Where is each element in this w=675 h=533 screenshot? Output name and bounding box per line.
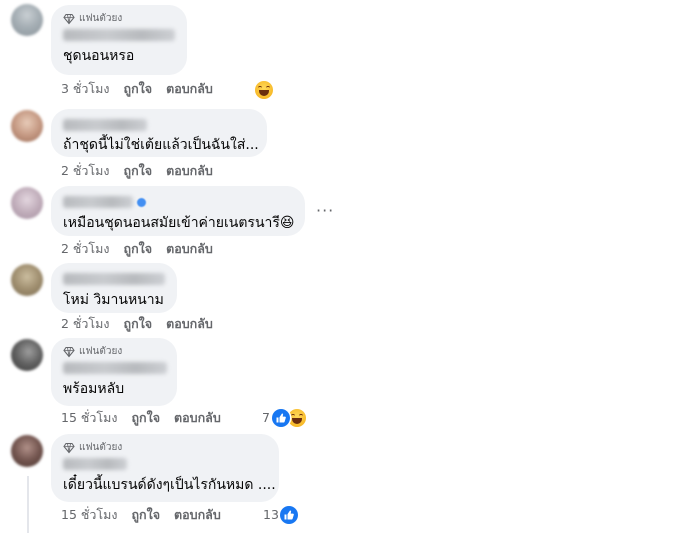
avatar[interactable] <box>11 339 43 371</box>
avatar[interactable] <box>11 110 43 142</box>
like-emoji[interactable] <box>272 409 290 427</box>
laugh-emoji[interactable] <box>288 409 306 427</box>
comment-actions: 2 ชั่วโมง ถูกใจ ตอบกลับ <box>61 162 213 180</box>
thread-line <box>27 476 29 533</box>
avatar[interactable] <box>11 435 43 467</box>
badge-label: แฟนตัวยง <box>79 346 123 357</box>
fan-badge: แฟนตัวยง <box>63 345 165 359</box>
avatar[interactable] <box>11 4 43 36</box>
comment-actions: 2 ชั่วโมง ถูกใจ ตอบกลับ <box>61 240 213 258</box>
comment-bubble: แฟนตัวยง เดี๋ยวนี้แบรนด์ดังๆเป็นไรกันหมด… <box>51 434 279 502</box>
like-emoji[interactable] <box>280 506 298 524</box>
diamond-icon <box>63 442 75 454</box>
comment-bubble: แฟนตัวยง ชุดนอนหรอ <box>51 5 187 75</box>
avatar[interactable] <box>11 264 43 296</box>
reply-button[interactable]: ตอบกลับ <box>174 408 221 428</box>
commenter-name[interactable] <box>63 273 165 285</box>
comment-text: พร้อมหลับ <box>63 381 125 397</box>
laugh-emoji[interactable] <box>255 81 273 99</box>
like-button[interactable]: ถูกใจ <box>124 314 153 334</box>
comment-bubble: แฟนตัวยง พร้อมหลับ <box>51 338 177 406</box>
commenter-name-row <box>63 193 293 214</box>
fan-badge: แฟนตัวยง <box>63 441 267 455</box>
commenter-name[interactable] <box>63 196 133 208</box>
verified-badge-icon <box>137 197 146 207</box>
comment-actions: 15 ชั่วโมง ถูกใจ ตอบกลับ <box>61 409 221 427</box>
like-button[interactable]: ถูกใจ <box>124 161 153 181</box>
comment-bubble: เหมือนชุดนอนสมัยเข้าค่ายเนตรนารี😆 <box>51 186 305 236</box>
like-button[interactable]: ถูกใจ <box>124 239 153 259</box>
comment-time[interactable]: 2 ชั่วโมง <box>61 161 110 181</box>
comment-time[interactable]: 2 ชั่วโมง <box>61 314 110 334</box>
diamond-icon <box>63 13 75 25</box>
comment-time[interactable]: 15 ชั่วโมง <box>61 408 117 428</box>
like-button[interactable]: ถูกใจ <box>131 505 160 525</box>
reaction-count[interactable]: 7 <box>262 409 270 427</box>
reaction-count[interactable]: 13 <box>263 506 279 524</box>
comment-time[interactable]: 15 ชั่วโมง <box>61 505 117 525</box>
comment-bubble: ถ้าชุดนี้ไม่ใช่เต้ยแล้วเป็นฉันใส่... <box>51 109 267 157</box>
comment-bubble: โหม่ วิมานหนาม <box>51 263 177 313</box>
comment-text: เดี๋ยวนี้แบรนด์ดังๆเป็นไรกันหมด .... <box>63 477 276 493</box>
comment-text: ชุดนอนหรอ <box>63 48 135 64</box>
reply-button[interactable]: ตอบกลับ <box>166 314 213 334</box>
like-button[interactable]: ถูกใจ <box>131 408 160 428</box>
badge-label: แฟนตัวยง <box>79 442 123 453</box>
commenter-name[interactable] <box>63 29 175 41</box>
like-button[interactable]: ถูกใจ <box>124 79 153 99</box>
commenter-name[interactable] <box>63 458 127 470</box>
fan-badge: แฟนตัวยง <box>63 12 175 26</box>
comment-time[interactable]: 2 ชั่วโมง <box>61 239 110 259</box>
comment-actions: 3 ชั่วโมง ถูกใจ ตอบกลับ <box>61 80 213 98</box>
comment-text: เหมือนชุดนอนสมัยเข้าค่ายเนตรนารี😆 <box>63 215 295 231</box>
commenter-name[interactable] <box>63 119 147 131</box>
comment-text: โหม่ วิมานหนาม <box>63 292 164 308</box>
commenter-name[interactable] <box>63 362 167 374</box>
reply-button[interactable]: ตอบกลับ <box>174 505 221 525</box>
comment-actions: 15 ชั่วโมง ถูกใจ ตอบกลับ <box>61 506 221 524</box>
reply-button[interactable]: ตอบกลับ <box>166 161 213 181</box>
reply-button[interactable]: ตอบกลับ <box>166 79 213 99</box>
more-options-icon[interactable]: ··· <box>316 201 334 220</box>
comment-time[interactable]: 3 ชั่วโมง <box>61 79 110 99</box>
avatar[interactable] <box>11 187 43 219</box>
comment-text: ถ้าชุดนี้ไม่ใช่เต้ยแล้วเป็นฉันใส่... <box>63 137 259 153</box>
diamond-icon <box>63 346 75 358</box>
badge-label: แฟนตัวยง <box>79 13 123 24</box>
reply-button[interactable]: ตอบกลับ <box>166 239 213 259</box>
comment-actions: 2 ชั่วโมง ถูกใจ ตอบกลับ <box>61 315 213 333</box>
